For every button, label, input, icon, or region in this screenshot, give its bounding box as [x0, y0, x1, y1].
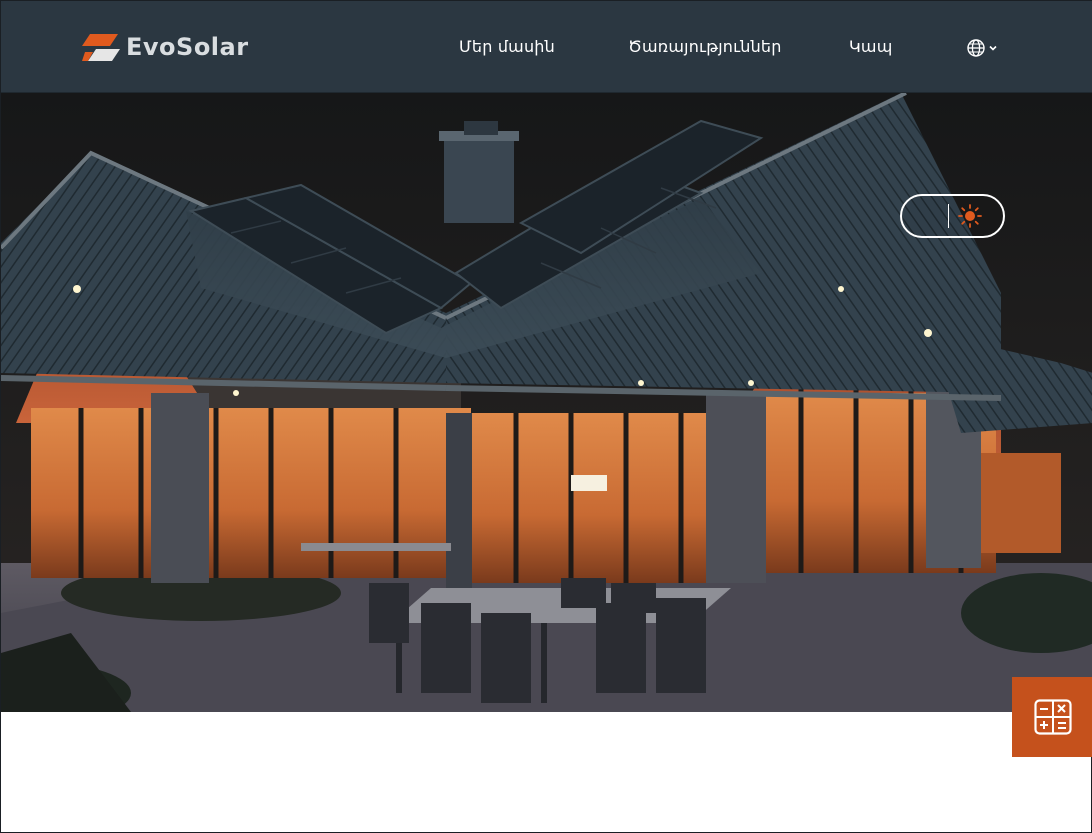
language-selector[interactable]: [966, 38, 1002, 58]
nav-link-services[interactable]: Ծառայություններ: [628, 37, 782, 56]
brand-name: EvoSolar: [126, 33, 249, 61]
chevron-down-icon: [989, 45, 997, 51]
sun-icon[interactable]: [957, 203, 983, 229]
nav-link-about[interactable]: Մեր մասին: [459, 37, 555, 56]
house-illustration: [1, 93, 1092, 712]
globe-icon: [967, 39, 985, 57]
moon-icon[interactable]: [922, 207, 940, 225]
solar-calculator-button[interactable]: [1012, 677, 1092, 757]
evosolar-logo-icon: [82, 34, 120, 61]
page-frame: EvoSolar Մեր մասին Ծառայություններ Կապ: [0, 0, 1092, 833]
toggle-divider: [948, 204, 949, 228]
site-header: EvoSolar Մեր մասին Ծառայություններ Կապ: [1, 1, 1092, 93]
hero-image: [1, 93, 1092, 712]
theme-toggle[interactable]: [900, 194, 1005, 238]
nav-link-contact[interactable]: Կապ: [849, 37, 892, 56]
brand-logo[interactable]: EvoSolar: [82, 31, 249, 63]
calculator-icon: [1033, 699, 1072, 735]
